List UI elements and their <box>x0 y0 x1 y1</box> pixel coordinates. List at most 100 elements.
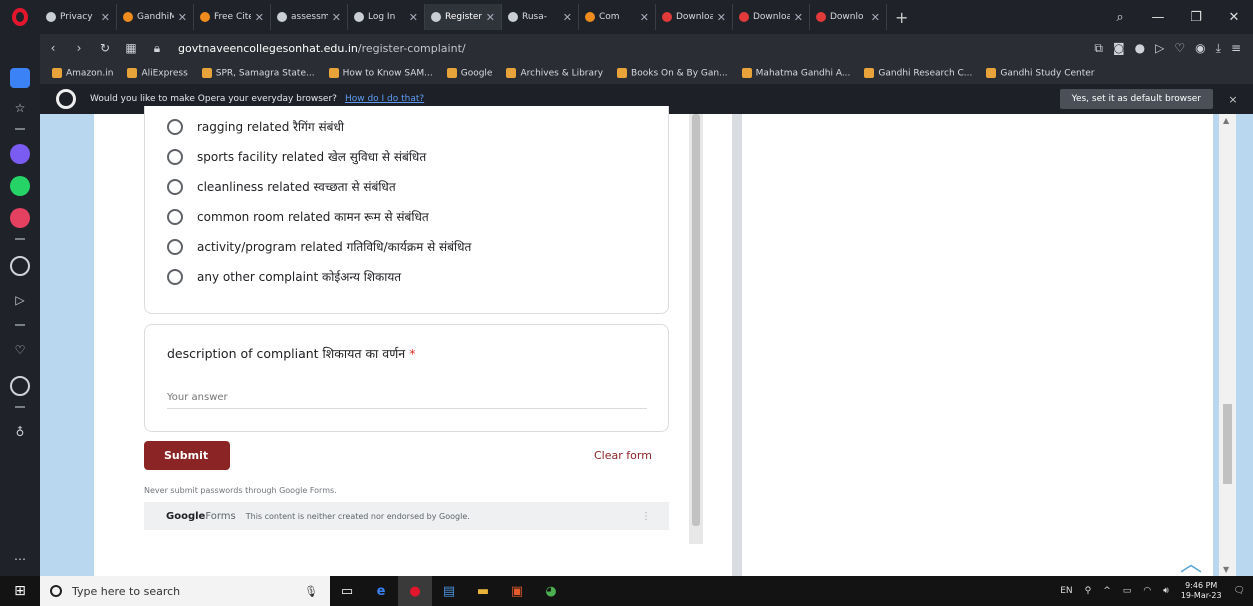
messenger-icon[interactable] <box>10 144 30 164</box>
complaint-type-option[interactable]: activity/program related गतिविधि/कार्यक्… <box>167 238 471 255</box>
radio-button[interactable] <box>167 238 183 255</box>
footer-menu-icon[interactable]: ⋮ <box>641 511 651 522</box>
bookmark-item[interactable]: Archives & Library <box>506 67 603 78</box>
complaint-type-option[interactable]: sports facility related खेल सुविधा से सं… <box>167 148 426 165</box>
bookmark-heart-icon[interactable]: ♡ <box>1174 41 1185 56</box>
url-field[interactable]: govtnaveencollegesonhat.edu.in/register-… <box>178 42 466 55</box>
bookmark-item[interactable]: SPR, Samagra State... <box>201 67 315 78</box>
form-scrollbar[interactable] <box>689 114 703 544</box>
file-explorer-icon[interactable]: ▬ <box>466 576 500 606</box>
tab-close-icon[interactable]: ✕ <box>717 11 726 24</box>
complaint-type-option[interactable]: cleanliness related स्वच्छता से संबंधित <box>167 178 396 195</box>
forward-icon[interactable]: › <box>66 41 92 55</box>
description-answer-input[interactable] <box>167 387 647 409</box>
restore-button[interactable]: ❐ <box>1177 10 1215 25</box>
history-icon[interactable] <box>10 376 30 396</box>
download-icon[interactable]: ⤓ <box>1216 41 1221 56</box>
chrome-icon[interactable]: ◕ <box>534 576 568 606</box>
browser-tab[interactable]: Register ✕ <box>425 4 502 30</box>
radio-button[interactable] <box>167 148 183 165</box>
tray-overflow-icon[interactable]: ^ <box>1103 586 1111 596</box>
windows-start-icon[interactable]: ⊞ <box>0 583 40 599</box>
microphone-icon[interactable]: 🎙︎ <box>304 585 318 598</box>
bookmark-item[interactable]: Gandhi Research C... <box>864 67 972 78</box>
radio-button[interactable] <box>167 208 183 225</box>
reload-icon[interactable]: ↻ <box>92 41 118 55</box>
bulb-icon[interactable]: ♁ <box>10 422 30 442</box>
profile-icon[interactable]: ◉ <box>1195 41 1205 56</box>
bookmark-item[interactable]: Gandhi Study Center <box>986 67 1095 78</box>
complaint-type-option[interactable]: ragging related रैगिंग संबंधी <box>167 118 344 135</box>
bookmark-item[interactable]: Mahatma Gandhi A... <box>741 67 850 78</box>
taskbar-search-box[interactable]: Type here to search 🎙︎ <box>40 576 330 606</box>
bookmark-item[interactable]: Books On & By Gan... <box>617 67 728 78</box>
bookmark-item[interactable]: AliExpress <box>127 67 188 78</box>
wifi-icon[interactable]: ◠ <box>1143 586 1151 596</box>
complaint-type-option[interactable]: common room related कामन रूम से संबंधित <box>167 208 429 225</box>
browser-tab[interactable]: Free Cite ✕ <box>194 4 271 30</box>
tab-close-icon[interactable]: ✕ <box>255 11 264 24</box>
heart-icon[interactable]: ♡ <box>10 340 30 360</box>
tab-close-icon[interactable]: ✕ <box>486 11 495 24</box>
submit-button[interactable]: Submit <box>144 441 230 470</box>
scroll-to-top-icon[interactable]: ︿ <box>1180 546 1202 578</box>
radio-button[interactable] <box>167 118 183 135</box>
notifications-icon[interactable]: 🗨︎ <box>1234 586 1245 596</box>
browser-tab[interactable]: Downloa ✕ <box>656 4 733 30</box>
page-scrollbar[interactable]: ▲ ▼ <box>1219 114 1236 576</box>
people-icon[interactable]: ⚲ <box>1085 586 1092 596</box>
battery-icon[interactable]: ▭ <box>1123 586 1132 596</box>
tabs-grid-icon[interactable]: ▦ <box>118 41 144 55</box>
home-icon[interactable] <box>10 68 30 88</box>
browser-tab[interactable]: Com ✕ <box>579 4 656 30</box>
opera-taskbar-icon[interactable]: ● <box>398 576 432 606</box>
taskbar-clock[interactable]: 9:46 PM 19-Mar-23 <box>1181 581 1222 601</box>
tab-close-icon[interactable]: ✕ <box>332 11 341 24</box>
tab-close-icon[interactable]: ✕ <box>409 11 418 24</box>
word-icon[interactable]: ▤ <box>432 576 466 606</box>
bookmark-item[interactable]: Google <box>446 67 492 78</box>
browser-tab[interactable]: Downloa ✕ <box>733 4 810 30</box>
tab-close-icon[interactable]: ✕ <box>794 11 803 24</box>
google-forms-logo[interactable]: GoogleForms <box>166 511 236 522</box>
radio-button[interactable] <box>167 268 183 285</box>
tab-close-icon[interactable]: ✕ <box>178 11 187 24</box>
browser-tab[interactable]: Downlo ✕ <box>810 4 887 30</box>
bookmark-item[interactable]: How to Know SAM... <box>328 67 433 78</box>
vpn-icon[interactable]: ● <box>1135 41 1145 56</box>
instagram-icon[interactable] <box>10 208 30 228</box>
search-tabs-icon[interactable]: ⌕ <box>1101 10 1139 25</box>
new-tab-button[interactable]: + <box>887 8 916 27</box>
snapshot-icon[interactable]: ⧉ <box>1094 41 1103 56</box>
radio-button[interactable] <box>167 178 183 195</box>
clear-form-button[interactable]: Clear form <box>594 449 652 462</box>
notice-close-icon[interactable]: × <box>1213 93 1253 106</box>
bookmark-item[interactable]: Amazon.in <box>52 67 113 78</box>
browser-tab[interactable]: Log In ✕ <box>348 4 425 30</box>
form-scroll-thumb[interactable] <box>692 114 700 526</box>
easy-setup-icon[interactable]: ≡ <box>1231 41 1241 56</box>
tab-close-icon[interactable]: ✕ <box>101 11 110 24</box>
language-indicator[interactable]: EN <box>1060 586 1072 596</box>
task-view-icon[interactable]: ▭ <box>330 576 364 606</box>
back-icon[interactable]: ‹ <box>40 41 66 55</box>
flow-icon[interactable]: ▷ <box>10 290 30 310</box>
flow-send-icon[interactable]: ▷ <box>1155 41 1164 56</box>
set-default-button[interactable]: Yes, set it as default browser <box>1059 89 1213 109</box>
more-icon[interactable]: … <box>10 546 30 566</box>
tab-close-icon[interactable]: ✕ <box>640 11 649 24</box>
close-window-button[interactable]: ✕ <box>1215 10 1253 25</box>
volume-icon[interactable]: 🔊︎ <box>1163 586 1169 596</box>
notice-help-link[interactable]: How do I do that? <box>345 94 424 104</box>
scroll-up-arrow-icon[interactable]: ▲ <box>1223 116 1229 125</box>
complaint-type-option[interactable]: any other complaint कोईअन्य शिकायत <box>167 268 401 285</box>
tab-close-icon[interactable]: ✕ <box>563 11 572 24</box>
opera-menu-icon[interactable] <box>0 0 40 34</box>
browser-tab[interactable]: Privacy ✕ <box>40 4 117 30</box>
browser-tab[interactable]: Rusa- ✕ <box>502 4 579 30</box>
scroll-down-arrow-icon[interactable]: ▼ <box>1223 565 1229 574</box>
whatsapp-icon[interactable] <box>10 176 30 196</box>
browser-tab[interactable]: assessm ✕ <box>271 4 348 30</box>
minimize-button[interactable]: — <box>1139 10 1177 25</box>
edge-icon[interactable]: e <box>364 576 398 606</box>
